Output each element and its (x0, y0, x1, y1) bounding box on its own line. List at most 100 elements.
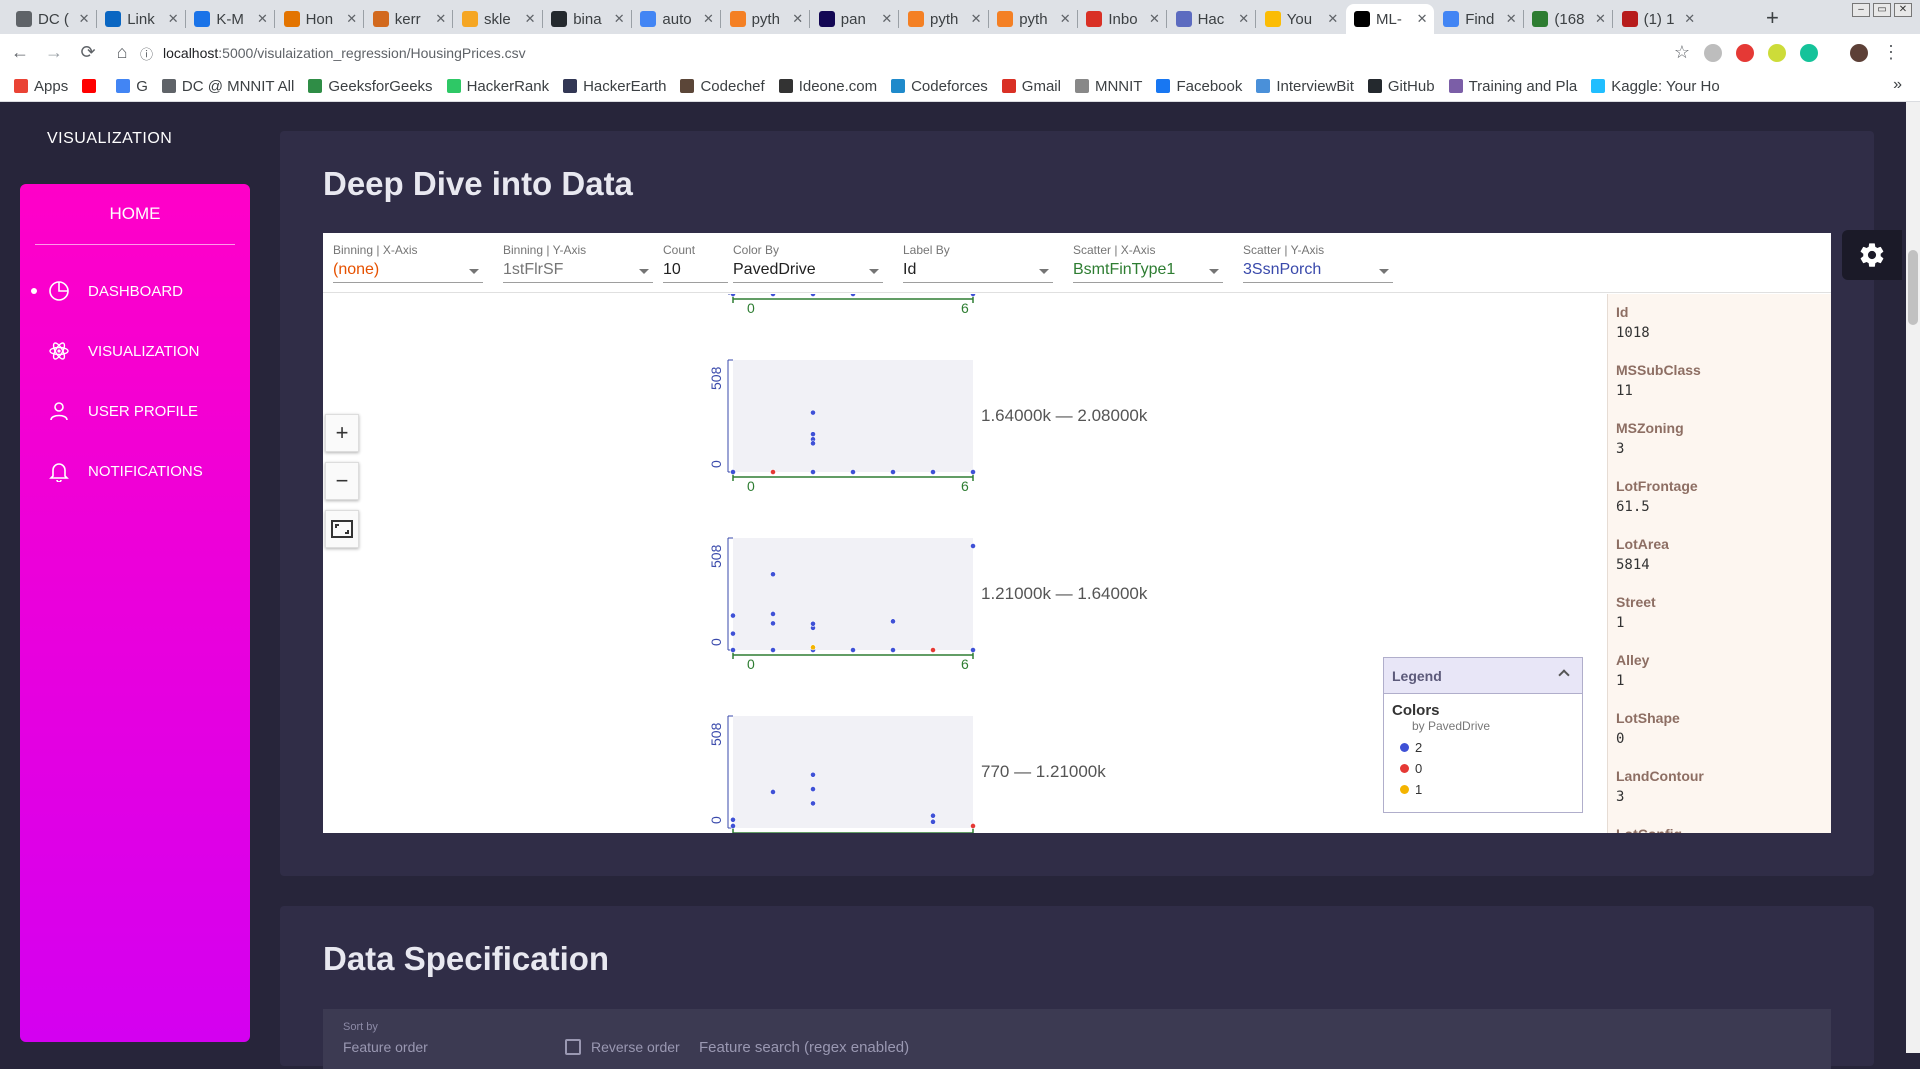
data-point[interactable] (810, 800, 816, 807)
browser-tab[interactable]: Inbo ✕ (1078, 4, 1166, 34)
browser-tab[interactable]: DC (✕ (8, 4, 96, 34)
data-point[interactable] (890, 647, 896, 653)
zoom-out-button[interactable]: − (325, 462, 359, 500)
legend-header[interactable]: Legend (1384, 658, 1582, 694)
data-point[interactable] (770, 571, 776, 578)
bookmark-item[interactable]: Training and Pla (1448, 78, 1577, 95)
tab-close-icon[interactable]: ✕ (614, 11, 625, 27)
feature-search-input[interactable]: Feature search (regex enabled) (699, 1039, 909, 1056)
data-point[interactable] (810, 644, 816, 651)
tab-close-icon[interactable]: ✕ (257, 11, 268, 27)
bookmark-item[interactable]: InterviewBit (1256, 78, 1354, 95)
data-point[interactable] (970, 294, 976, 297)
data-point[interactable] (970, 823, 976, 829)
settings-button[interactable] (1842, 230, 1902, 280)
bookmark-star-icon[interactable]: ☆ (1674, 42, 1690, 63)
browser-tab[interactable]: pan ✕ (811, 4, 899, 34)
tab-close-icon[interactable]: ✕ (1506, 11, 1517, 27)
bookmark-item[interactable]: Codeforces (891, 78, 988, 95)
facets-control-label-by[interactable]: Label By Id (903, 243, 1053, 283)
data-point[interactable] (850, 469, 856, 475)
tab-close-icon[interactable]: ✕ (881, 11, 892, 27)
bookmark-item[interactable]: Gmail (1001, 78, 1061, 95)
data-point[interactable] (810, 440, 816, 447)
browser-tab[interactable]: (1) 1 ✕ (1614, 4, 1702, 34)
legend-item[interactable]: 2 (1384, 737, 1582, 758)
minimize-icon[interactable]: – (1852, 3, 1870, 17)
home-icon[interactable]: ⌂ (108, 42, 136, 63)
tab-close-icon[interactable]: ✕ (703, 11, 714, 27)
control-value[interactable]: 1stFlrSF (503, 261, 653, 283)
tab-close-icon[interactable]: ✕ (79, 11, 90, 27)
data-point[interactable] (930, 812, 936, 819)
browser-tab[interactable]: kerr ✕ (365, 4, 453, 34)
bookmark-item[interactable]: Apps (14, 78, 68, 95)
data-point[interactable] (730, 469, 736, 475)
browser-tab[interactable]: ML- ✕ (1346, 4, 1434, 34)
browser-tab[interactable]: Find ✕ (1435, 4, 1523, 34)
browser-tab[interactable]: Link ✕ (97, 4, 185, 34)
browser-tab[interactable]: auto ✕ (632, 4, 720, 34)
scrollbar-thumb[interactable] (1908, 250, 1918, 325)
facets-plot-area[interactable]: 0 6 0 508 0 6 0 508 1.64000k — 2.08000k 0 6 0 508 1.2… (323, 294, 1607, 833)
close-window-icon[interactable]: ✕ (1894, 3, 1912, 17)
restore-icon[interactable]: ▭ (1873, 3, 1891, 17)
grammarly-icon[interactable] (1800, 43, 1818, 62)
data-point[interactable] (890, 618, 896, 625)
control-value[interactable]: 3SsnPorch (1243, 261, 1393, 283)
brand-logo-text[interactable]: VISUALIZATION (47, 130, 172, 148)
profile-avatar[interactable] (1850, 43, 1868, 62)
bookmark-item[interactable]: G (116, 78, 148, 95)
site-info-icon[interactable]: ⓘ (140, 44, 153, 63)
data-point[interactable] (810, 294, 816, 297)
browser-tab[interactable]: bina ✕ (543, 4, 631, 34)
new-tab-button[interactable]: + (1766, 5, 1779, 31)
browser-tab[interactable]: You ✕ (1257, 4, 1345, 34)
data-point[interactable] (850, 294, 856, 297)
bookmark-item[interactable]: Codechef (680, 78, 765, 95)
bookmark-item[interactable]: HackerEarth (563, 78, 666, 95)
bookmark-item[interactable]: Kaggle: Your Ho (1591, 78, 1720, 95)
data-point[interactable] (770, 469, 776, 475)
adblock-icon[interactable] (1736, 43, 1754, 62)
data-point[interactable] (810, 620, 816, 627)
data-point[interactable] (730, 630, 736, 637)
home-link[interactable]: HOME (20, 204, 250, 224)
facets-control-scatter-y-axis[interactable]: Scatter | Y-Axis 3SsnPorch (1243, 243, 1393, 283)
bookmark-item[interactable]: Ideone.com (778, 78, 877, 95)
browser-tab[interactable]: skle ✕ (454, 4, 542, 34)
data-point[interactable] (970, 469, 976, 475)
data-point[interactable] (770, 620, 776, 627)
data-point[interactable] (770, 611, 776, 617)
facets-control-binning-y-axis[interactable]: Binning | Y-Axis 1stFlrSF (503, 243, 653, 283)
sidebar-item-visualization[interactable]: VISUALIZATION (20, 336, 250, 366)
browser-tab[interactable]: (168 ✕ (1524, 4, 1612, 34)
tab-close-icon[interactable]: ✕ (1149, 11, 1160, 27)
sidebar-item-dashboard[interactable]: DASHBOARD (20, 276, 250, 306)
url-field[interactable]: ⓘ localhost:5000/visulaization_regressio… (140, 39, 1680, 67)
bookmark-item[interactable]: MNNIT (1074, 78, 1142, 95)
tab-close-icon[interactable]: ✕ (1238, 11, 1249, 27)
more-bookmarks-icon[interactable]: » (1893, 76, 1902, 94)
bookmark-item[interactable] (82, 79, 102, 93)
data-point[interactable] (810, 431, 816, 438)
back-icon[interactable]: ← (6, 42, 34, 63)
tab-close-icon[interactable]: ✕ (1595, 11, 1606, 27)
legend-item[interactable]: 1 (1384, 779, 1582, 800)
facets-control-count[interactable]: Count 10 (663, 243, 728, 283)
bookmark-item[interactable]: GitHub (1367, 78, 1435, 95)
sidebar-item-user-profile[interactable]: USER PROFILE (20, 396, 250, 426)
reload-icon[interactable]: ⟳ (74, 42, 102, 63)
chevron-up-icon[interactable] (1558, 669, 1570, 681)
tab-close-icon[interactable]: ✕ (1327, 11, 1338, 27)
data-point[interactable] (810, 409, 816, 416)
facets-control-color-by[interactable]: Color By PavedDrive (733, 243, 883, 283)
bookmark-item[interactable]: DC @ MNNIT All (161, 78, 294, 95)
tab-close-icon[interactable]: ✕ (435, 11, 446, 27)
tab-close-icon[interactable]: ✕ (1684, 11, 1695, 27)
control-value[interactable]: BsmtFinType1 (1073, 261, 1223, 283)
bookmark-item[interactable]: HackerRank (446, 78, 549, 95)
data-point[interactable] (730, 294, 736, 297)
bookmark-item[interactable]: Facebook (1156, 78, 1242, 95)
browser-tab[interactable]: Hac ✕ (1168, 4, 1256, 34)
